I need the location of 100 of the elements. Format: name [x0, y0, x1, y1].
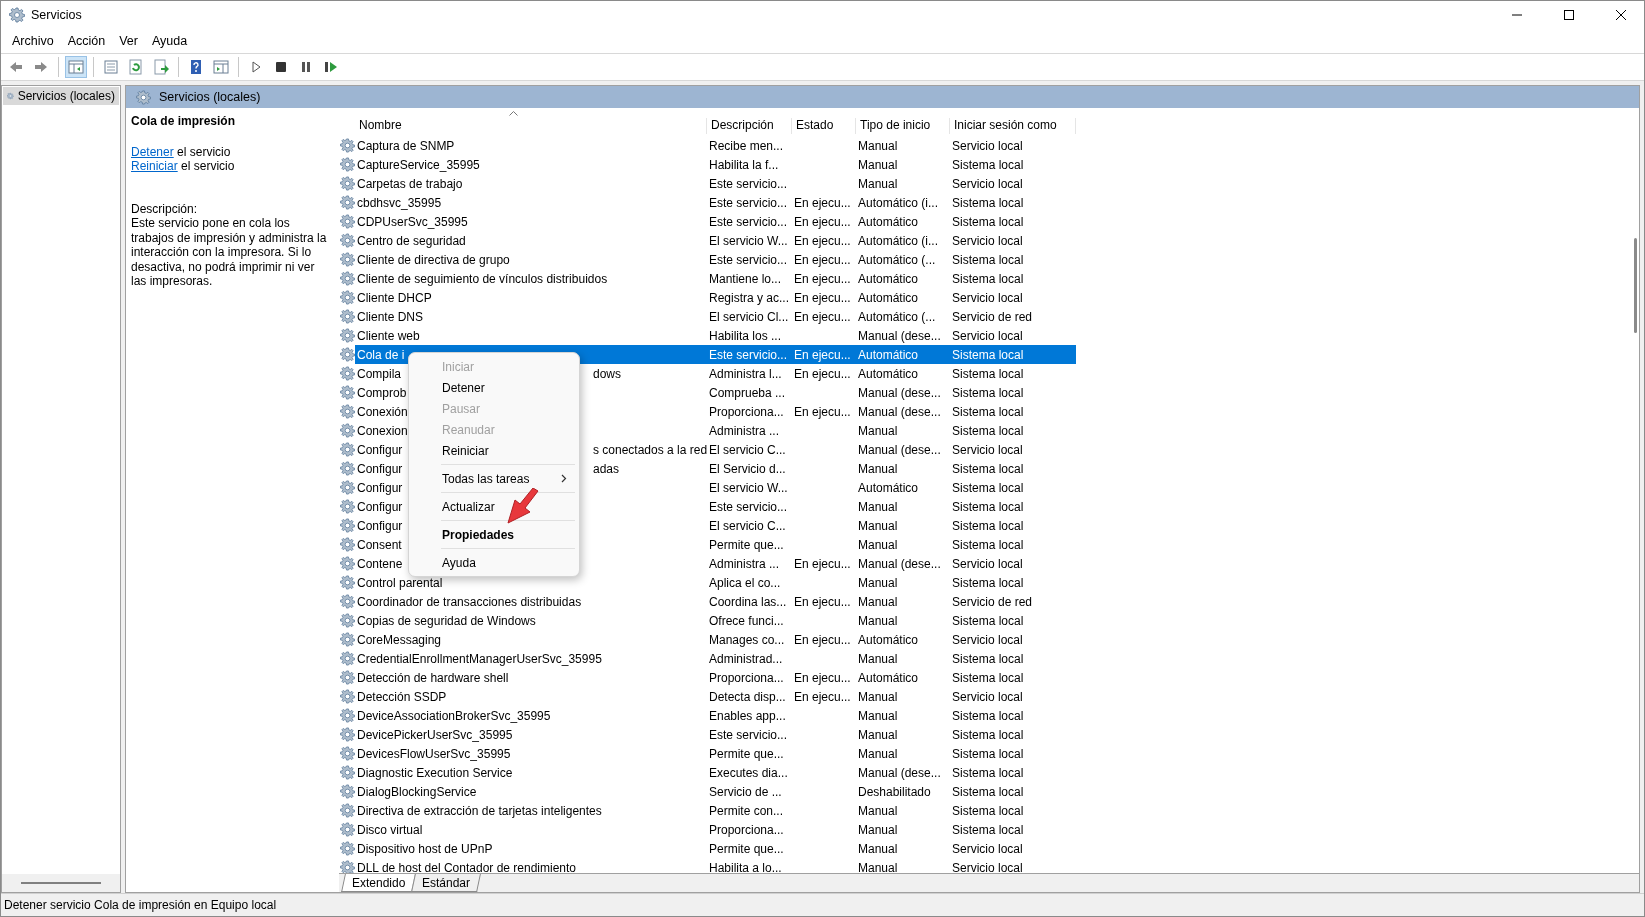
table-cell: Manual: [858, 651, 898, 666]
table-cell: En ejecu...: [794, 594, 851, 609]
service-name[interactable]: Coordinador de transacciones distribuidas: [357, 594, 582, 609]
service-name[interactable]: Captura de SNMP: [357, 138, 455, 153]
resume-icon: [323, 59, 339, 75]
context-menu-item[interactable]: Todas las tareas: [409, 468, 579, 489]
table-cell: Manual (dese...: [858, 404, 941, 419]
service-name[interactable]: Cola de i: [357, 347, 405, 362]
help-icon: [188, 59, 204, 75]
menu-item[interactable]: Archivo: [5, 32, 61, 50]
service-title: Cola de impresión: [131, 114, 237, 129]
service-name[interactable]: Cliente DNS: [357, 309, 424, 324]
column-header[interactable]: Iniciar sesión como: [950, 118, 1076, 134]
service-name[interactable]: Cliente de seguimiento de vínculos distribuidos: [357, 271, 608, 286]
service-name[interactable]: Copias de seguridad de Windows: [357, 613, 536, 628]
scrollbar-thumb[interactable]: [1634, 238, 1637, 333]
service-name[interactable]: CoreMessaging: [357, 632, 442, 647]
service-name[interactable]: cbdhsvc_35995: [357, 195, 442, 210]
service-gear-icon: [339, 518, 355, 533]
table-cell: Este servicio...: [709, 252, 788, 267]
console-tree-button[interactable]: [65, 56, 87, 78]
service-name[interactable]: Conexion: [357, 423, 408, 438]
service-gear-icon: [339, 689, 355, 704]
context-menu-item[interactable]: Actualizar: [409, 496, 579, 517]
table-cell: En ejecu...: [794, 366, 851, 381]
column-header[interactable]: Tipo de inicio: [856, 118, 950, 134]
service-name[interactable]: s conectados a la red: [593, 442, 708, 457]
context-menu-item[interactable]: Detener: [409, 377, 579, 398]
table-cell: Servicio local: [952, 689, 1023, 704]
service-name[interactable]: Consent: [357, 537, 402, 552]
menu-item[interactable]: Acción: [60, 32, 113, 50]
service-name[interactable]: Cliente de directiva de grupo: [357, 252, 510, 267]
table-cell: Manual: [858, 727, 898, 742]
service-name[interactable]: Configur: [357, 480, 403, 495]
service-name[interactable]: Configur: [357, 442, 403, 457]
service-name[interactable]: Carpetas de trabajo: [357, 176, 463, 191]
context-menu-item[interactable]: Propiedades: [409, 524, 579, 545]
service-gear-icon: [339, 176, 355, 191]
table-cell: En ejecu...: [794, 689, 851, 704]
menu-item[interactable]: Ver: [112, 32, 145, 50]
service-name[interactable]: Centro de seguridad: [357, 233, 466, 248]
table-cell: Coordina las...: [709, 594, 787, 609]
service-name[interactable]: Cliente DHCP: [357, 290, 432, 305]
context-menu-item[interactable]: Ayuda: [409, 552, 579, 573]
view-tab[interactable]: Estándar: [411, 874, 482, 892]
table-cell: Sistema local: [952, 385, 1024, 400]
service-name[interactable]: Detección SSDP: [357, 689, 447, 704]
scrollbar-thumb[interactable]: [21, 882, 101, 884]
action-link[interactable]: Reiniciar: [131, 159, 178, 173]
table-cell: Automático: [858, 214, 919, 229]
service-name[interactable]: Configur: [357, 499, 403, 514]
context-menu-item[interactable]: Reiniciar: [409, 440, 579, 461]
column-header[interactable]: Descripción: [707, 118, 792, 134]
table-cell: Este servicio...: [709, 195, 788, 210]
service-name[interactable]: Dispositivo host de UPnP: [357, 841, 493, 856]
service-gear-icon: [339, 233, 355, 248]
table-cell: Manual (dese...: [858, 765, 941, 780]
table-cell: En ejecu...: [794, 271, 851, 286]
service-name[interactable]: Contene: [357, 556, 403, 571]
service-name[interactable]: adas: [593, 461, 620, 476]
table-cell: Sistema local: [952, 404, 1024, 419]
service-name[interactable]: CredentialEnrollmentManagerUserSvc_35995: [357, 651, 602, 666]
column-header[interactable]: Estado: [792, 118, 856, 134]
menu-item[interactable]: Ayuda: [145, 32, 195, 50]
table-cell: En ejecu...: [794, 347, 851, 362]
table-cell: Manual: [858, 860, 898, 873]
service-name[interactable]: Control parental: [357, 575, 443, 590]
table-cell: Habilita la f...: [709, 157, 779, 172]
service-name[interactable]: CDPUserSvc_35995: [357, 214, 468, 229]
service-name[interactable]: Disco virtual: [357, 822, 423, 837]
table-cell: Servicio de red: [952, 594, 1033, 609]
table-cell: Manual (dese...: [858, 556, 941, 571]
table-cell: Proporciona...: [709, 404, 784, 419]
service-name[interactable]: CaptureService_35995: [357, 157, 480, 172]
table-cell: Habilita a lo...: [709, 860, 782, 873]
table-cell: Sistema local: [952, 727, 1024, 742]
service-name[interactable]: Directiva de extracción de tarjetas inteligentes: [357, 803, 602, 818]
service-name[interactable]: DialogBlockingService: [357, 784, 477, 799]
service-name[interactable]: DevicesFlowUserSvc_35995: [357, 746, 511, 761]
service-name[interactable]: dows: [593, 366, 621, 381]
tree-item[interactable]: Servicios (locales): [3, 87, 119, 105]
column-header[interactable]: Nombre: [355, 118, 707, 134]
service-name[interactable]: DLL de host del Contador de rendimiento: [357, 860, 577, 873]
table-cell: Este servicio...: [709, 214, 788, 229]
service-name[interactable]: Conexión: [357, 404, 408, 419]
service-name[interactable]: Diagnostic Execution Service: [357, 765, 513, 780]
view-tab[interactable]: Extendido: [341, 874, 417, 892]
service-name[interactable]: Cliente web: [357, 328, 420, 343]
service-gear-icon: [339, 556, 355, 571]
service-name[interactable]: Detección de hardware shell: [357, 670, 509, 685]
service-name[interactable]: Compila: [357, 366, 401, 381]
service-name[interactable]: Configur: [357, 518, 403, 533]
table-cell: Servicio local: [952, 176, 1023, 191]
service-name[interactable]: Comprob: [357, 385, 407, 400]
service-name[interactable]: Configur: [357, 461, 403, 476]
service-gear-icon: [339, 271, 355, 286]
service-name[interactable]: DevicePickerUserSvc_35995: [357, 727, 513, 742]
table-cell: Este servicio...: [709, 727, 788, 742]
action-link[interactable]: Detener: [131, 144, 174, 159]
service-name[interactable]: DeviceAssociationBrokerSvc_35995: [357, 708, 551, 723]
